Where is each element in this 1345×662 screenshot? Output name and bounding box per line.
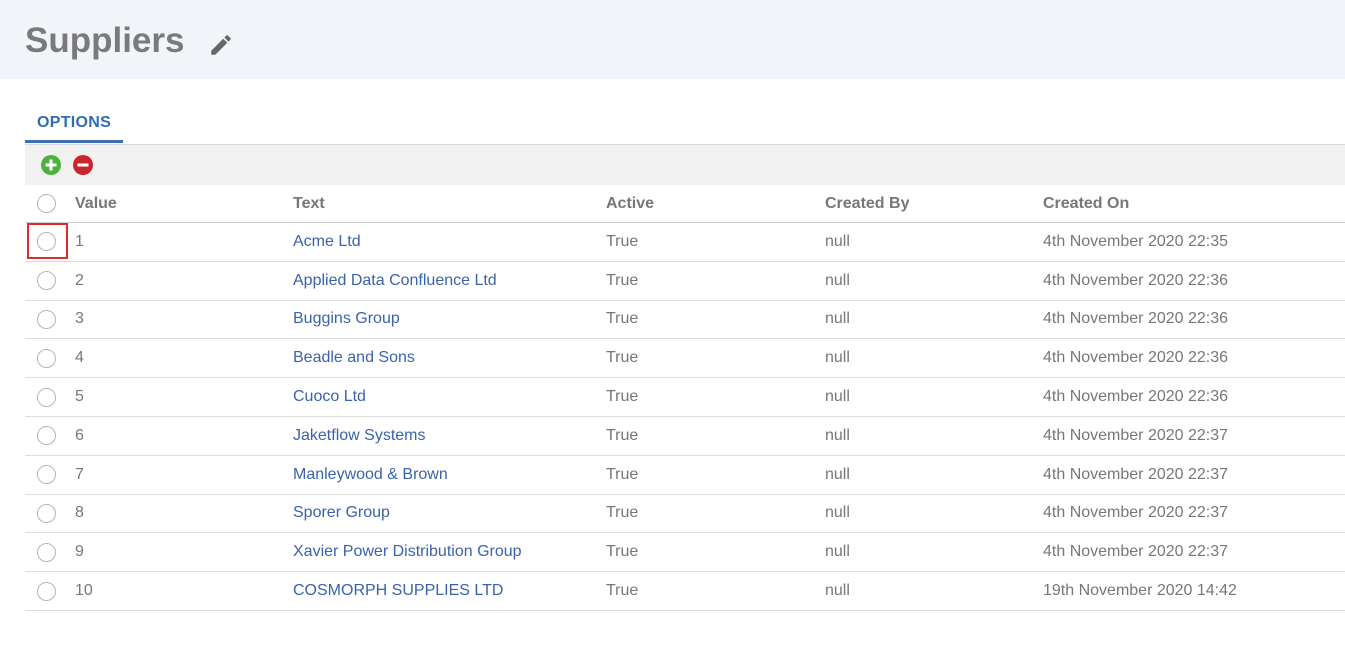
table-header-row: Value Text Active Created By Created On xyxy=(25,185,1345,223)
row-select-radio[interactable] xyxy=(37,542,56,562)
table-row[interactable]: 8 Sporer Group True null 4th November 2020 2… xyxy=(25,495,1345,534)
cell-created-by: null xyxy=(825,543,850,561)
cell-active: True xyxy=(606,310,639,328)
suppliers-table: Value Text Active Created By Created On … xyxy=(25,185,1345,611)
row-select-radio[interactable] xyxy=(37,309,56,329)
cell-value: 6 xyxy=(75,426,84,444)
row-select-radio[interactable] xyxy=(37,348,56,368)
page-header: Suppliers xyxy=(0,0,1345,79)
table-row[interactable]: 6 Jaketflow Systems True null 4th November 2… xyxy=(25,417,1345,456)
supplier-link[interactable]: Sporer Group xyxy=(293,495,390,533)
table-row[interactable]: 7 Manleywood & Brown True null 4th November … xyxy=(25,456,1345,495)
cell-active: True xyxy=(606,271,639,289)
row-select-radio[interactable] xyxy=(37,581,56,601)
supplier-link[interactable]: Acme Ltd xyxy=(293,223,361,261)
table-row[interactable]: 1 Acme Ltd True null 4th November 2020 22:35 xyxy=(25,223,1345,262)
cell-created-on: 4th November 2020 22:36 xyxy=(1043,271,1229,289)
supplier-link[interactable]: Buggins Group xyxy=(293,301,400,339)
cell-active: True xyxy=(606,349,639,367)
supplier-link[interactable]: Manleywood & Brown xyxy=(293,456,448,494)
column-header-created-by[interactable]: Created By xyxy=(825,185,909,222)
toolbar xyxy=(25,145,1345,185)
table-row[interactable]: 4 Beadle and Sons True null 4th November 202… xyxy=(25,339,1345,379)
row-select-radio[interactable] xyxy=(37,232,56,252)
cell-active: True xyxy=(606,543,639,561)
cell-value: 4 xyxy=(75,349,84,367)
cell-created-by: null xyxy=(825,426,850,444)
table-row[interactable]: 10 COSMORPH SUPPLIES LTD True null 19th Nove… xyxy=(25,572,1345,611)
row-select-radio[interactable] xyxy=(37,426,56,446)
cell-created-on: 4th November 2020 22:36 xyxy=(1043,388,1229,406)
plus-circle-icon xyxy=(45,159,57,171)
cell-created-on: 4th November 2020 22:35 xyxy=(1043,232,1229,250)
cell-value: 1 xyxy=(75,232,84,250)
row-select-radio[interactable] xyxy=(37,465,56,485)
cell-created-by: null xyxy=(825,232,850,250)
cell-value: 8 xyxy=(75,504,84,522)
cell-created-by: null xyxy=(825,271,850,289)
cell-created-by: null xyxy=(825,582,850,600)
table-row[interactable]: 9 Xavier Power Distribution Group True null… xyxy=(25,533,1345,573)
supplier-link[interactable]: COSMORPH SUPPLIES LTD xyxy=(293,572,503,610)
cell-created-by: null xyxy=(825,388,850,406)
cell-created-by: null xyxy=(825,465,850,483)
column-header-active[interactable]: Active xyxy=(606,185,654,222)
row-select-radio[interactable] xyxy=(37,503,56,523)
column-header-value[interactable]: Value xyxy=(75,185,117,222)
table-row[interactable]: 2 Applied Data Confluence Ltd True null 4th … xyxy=(25,262,1345,301)
cell-created-on: 4th November 2020 22:37 xyxy=(1043,465,1229,483)
cell-created-by: null xyxy=(825,349,850,367)
cell-value: 3 xyxy=(75,310,84,328)
pencil-icon[interactable] xyxy=(208,32,234,58)
tab-options[interactable]: OPTIONS xyxy=(25,106,123,143)
page-title: Suppliers xyxy=(25,21,185,60)
row-select-radio[interactable] xyxy=(37,271,56,291)
table-row[interactable]: 5 Cuoco Ltd True null 4th November 2020 22:3… xyxy=(25,378,1345,417)
table-body: 1 Acme Ltd True null 4th November 2020 22:35… xyxy=(25,223,1345,611)
cell-created-on: 4th November 2020 22:36 xyxy=(1043,349,1229,367)
cell-created-on: 19th November 2020 14:42 xyxy=(1043,582,1237,600)
cell-active: True xyxy=(606,582,639,600)
select-all-radio[interactable] xyxy=(37,194,56,213)
cell-value: 9 xyxy=(75,543,84,561)
cell-created-by: null xyxy=(825,310,850,328)
remove-button[interactable] xyxy=(73,155,93,175)
table-row[interactable]: 3 Buggins Group True null 4th November 2020 … xyxy=(25,301,1345,340)
supplier-link[interactable]: Beadle and Sons xyxy=(293,339,415,377)
cell-value: 5 xyxy=(75,388,84,406)
cell-created-on: 4th November 2020 22:37 xyxy=(1043,504,1229,522)
cell-created-on: 4th November 2020 22:36 xyxy=(1043,310,1229,328)
cell-created-on: 4th November 2020 22:37 xyxy=(1043,426,1229,444)
cell-active: True xyxy=(606,388,639,406)
minus-circle-icon xyxy=(77,163,89,167)
row-select-radio[interactable] xyxy=(37,387,56,407)
cell-active: True xyxy=(606,426,639,444)
supplier-link[interactable]: Jaketflow Systems xyxy=(293,417,425,455)
column-header-created-on[interactable]: Created On xyxy=(1043,185,1129,222)
column-header-text[interactable]: Text xyxy=(293,185,325,222)
cell-created-by: null xyxy=(825,504,850,522)
cell-value: 7 xyxy=(75,465,84,483)
cell-active: True xyxy=(606,232,639,250)
supplier-link[interactable]: Applied Data Confluence Ltd xyxy=(293,262,497,300)
cell-active: True xyxy=(606,504,639,522)
add-button[interactable] xyxy=(41,155,61,175)
cell-active: True xyxy=(606,465,639,483)
cell-created-on: 4th November 2020 22:37 xyxy=(1043,543,1229,561)
supplier-link[interactable]: Xavier Power Distribution Group xyxy=(293,533,522,571)
cell-value: 10 xyxy=(75,582,93,600)
cell-value: 2 xyxy=(75,271,84,289)
supplier-link[interactable]: Cuoco Ltd xyxy=(293,378,366,416)
